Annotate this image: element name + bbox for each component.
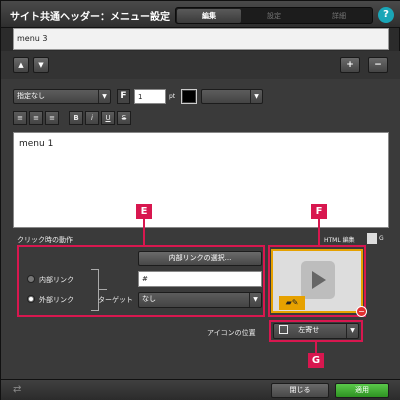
icon-thumbnail[interactable]: ▰✎ − [271, 249, 367, 317]
text-color-swatch[interactable] [181, 89, 197, 104]
icon-position-highlight [269, 320, 363, 342]
chevron-down-icon: ▼ [249, 293, 261, 307]
marker-g: G [308, 353, 324, 368]
html-edit-icon-letter: G [379, 235, 384, 242]
menu-text-editor[interactable]: menu 1 [13, 132, 389, 228]
add-item-button[interactable]: + [340, 57, 360, 73]
tab-bar: 編集 設定 詳細 [175, 7, 373, 24]
marker-f-connector [318, 219, 320, 245]
move-down-button[interactable]: ▼ [33, 57, 49, 73]
italic-button[interactable]: i [85, 111, 99, 125]
target-select[interactable]: なし ▼ [138, 292, 262, 308]
select-internal-link-button[interactable]: 内部リンクの選択... [138, 251, 262, 266]
remove-icon[interactable]: − [356, 306, 367, 317]
marker-f: F [311, 204, 327, 219]
underline-button[interactable]: U [101, 111, 115, 125]
internal-link-radio[interactable] [27, 275, 35, 283]
refresh-icon[interactable]: ⇄ [13, 384, 21, 395]
marker-e-connector [143, 219, 145, 245]
dialog: サイト共通ヘッダー：メニュー設定 編集 設定 詳細 ? menu 3 ▲ ▼ +… [0, 0, 400, 400]
target-label: ターゲット [98, 296, 133, 304]
icon-position-label: アイコンの位置 [207, 329, 256, 337]
move-up-button[interactable]: ▲ [13, 57, 29, 73]
play-icon [301, 261, 335, 299]
chevron-down-icon: ▼ [98, 90, 110, 103]
menu-list: menu 3 [13, 28, 389, 50]
dialog-title: サイト共通ヘッダー：メニュー設定 [10, 12, 170, 23]
dialog-footer: ⇄ 閉じる 適用 [1, 379, 400, 400]
style-select[interactable]: ▼ [201, 89, 263, 104]
click-action-heading: クリック時の動作 [17, 236, 73, 244]
help-icon[interactable]: ? [378, 7, 394, 23]
font-family-select[interactable]: 指定なし ▼ [13, 89, 111, 104]
tab-edit[interactable]: 編集 [177, 9, 241, 23]
external-link-radio[interactable] [27, 295, 35, 303]
html-edit-label[interactable]: HTML 編集 [324, 235, 355, 244]
internal-link-label: 内部リンク [39, 276, 74, 284]
marker-e: E [136, 204, 152, 219]
tab-settings[interactable]: 設定 [242, 9, 306, 23]
target-value: なし [142, 295, 156, 303]
bracket-tick [99, 289, 107, 290]
folder-edit-icon[interactable]: ▰✎ [279, 296, 305, 310]
external-link-label: 外部リンク [39, 296, 74, 304]
apply-button[interactable]: 適用 [335, 383, 389, 398]
font-button[interactable]: F [117, 89, 130, 104]
align-right-button[interactable]: ≡ [45, 111, 59, 125]
align-left-button[interactable]: ≡ [13, 111, 27, 125]
marker-g-connector [315, 342, 317, 353]
chevron-down-icon: ▼ [250, 90, 262, 103]
strike-button[interactable]: S [117, 111, 131, 125]
list-controls: ▲ ▼ + − [1, 51, 400, 79]
close-button[interactable]: 閉じる [271, 383, 329, 398]
list-item[interactable]: menu 3 [17, 34, 48, 43]
url-input[interactable]: # [138, 271, 262, 287]
html-edit-icon[interactable] [367, 233, 377, 244]
remove-item-button[interactable]: − [368, 57, 388, 73]
align-center-button[interactable]: ≡ [29, 111, 43, 125]
bold-button[interactable]: B [69, 111, 83, 125]
tab-details[interactable]: 詳細 [307, 9, 371, 23]
font-family-value: 指定なし [17, 92, 45, 100]
font-size-unit: pt [169, 93, 176, 100]
dialog-header: サイト共通ヘッダー：メニュー設定 編集 設定 詳細 ? [1, 1, 400, 28]
color-fill [183, 91, 195, 102]
font-size-input[interactable]: 1 [134, 89, 166, 104]
